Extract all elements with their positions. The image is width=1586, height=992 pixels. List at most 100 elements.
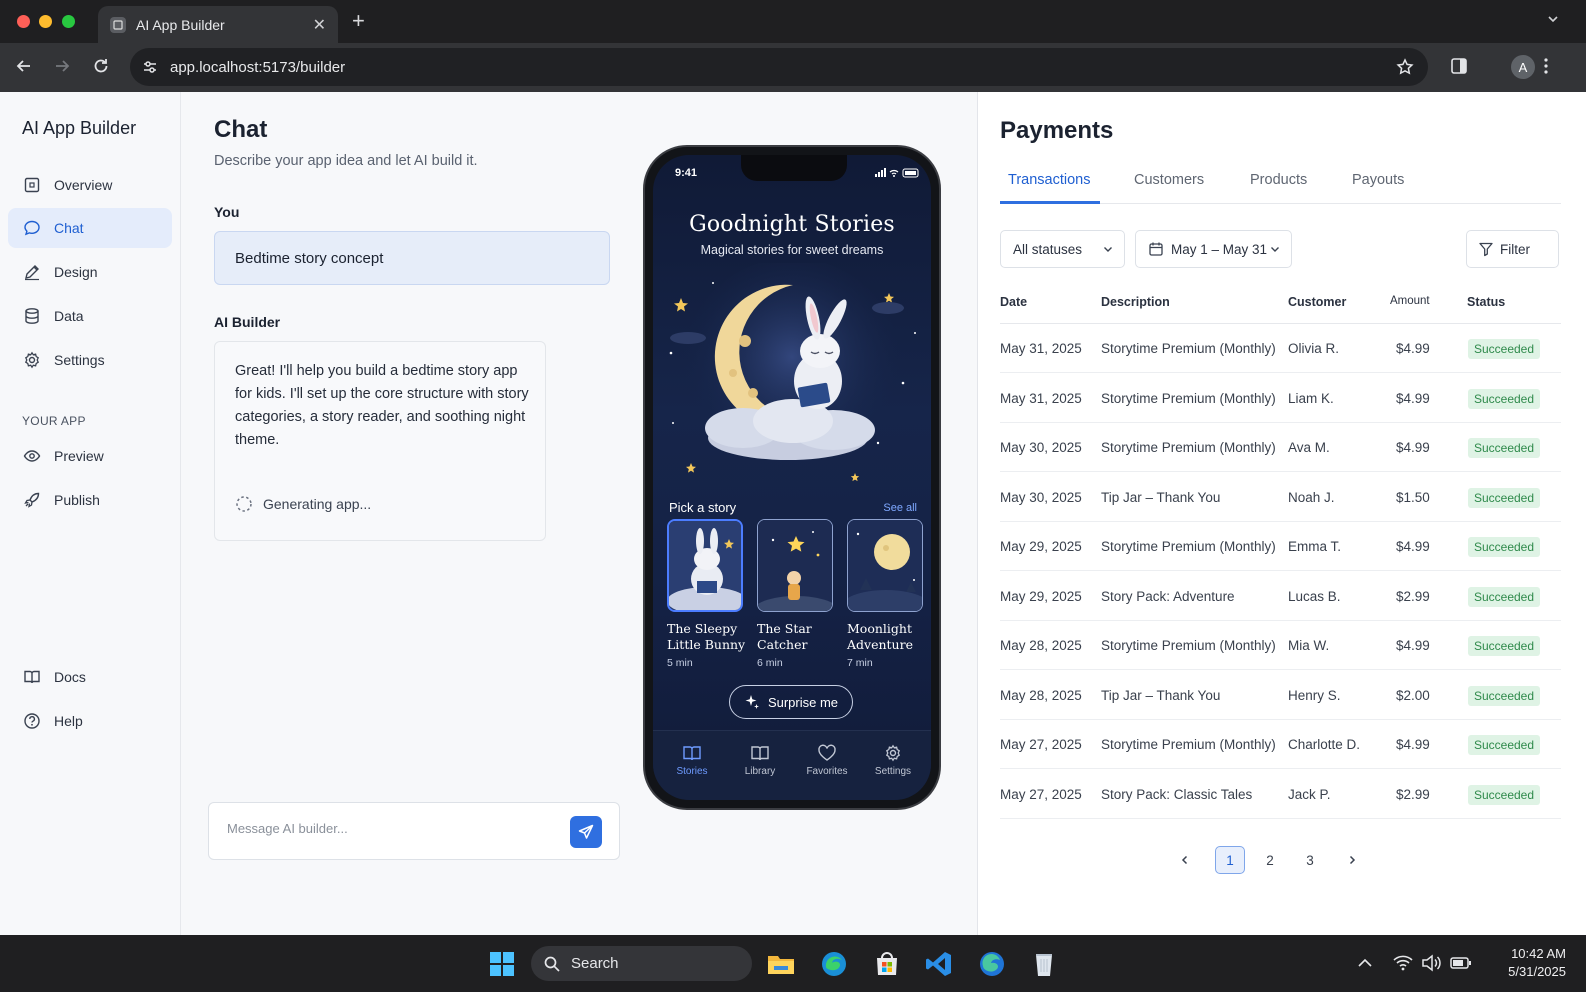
column-header-status[interactable]: Status <box>1467 295 1505 309</box>
payments-panel: Payments Transactions Customers Products… <box>979 92 1586 935</box>
story-title: The Star Catcher <box>757 621 812 652</box>
page-2-button[interactable]: 2 <box>1255 846 1285 874</box>
sidebar-item-chat[interactable]: Chat <box>8 208 172 248</box>
table-row[interactable]: May 30, 2025 Storytime Premium (Monthly) A… <box>1000 423 1561 472</box>
battery-icon[interactable] <box>1449 952 1473 974</box>
page-3-button[interactable]: 3 <box>1295 846 1325 874</box>
site-settings-icon[interactable] <box>142 59 158 75</box>
status-badge: Succeeded <box>1468 735 1540 755</box>
reload-icon[interactable] <box>92 57 110 75</box>
cell-date: May 28, 2025 <box>1000 687 1082 703</box>
column-header-customer[interactable]: Customer <box>1288 295 1346 309</box>
book-open-icon <box>683 746 701 761</box>
rocket-icon <box>22 490 42 510</box>
sidebar-item-preview[interactable]: Preview <box>8 436 172 476</box>
story-app-subtitle: Magical stories for sweet dreams <box>700 243 884 257</box>
tab-search-chevron-icon[interactable] <box>1546 12 1560 26</box>
vscode-icon[interactable] <box>924 949 954 979</box>
story-card-sleepy-bunny[interactable] <box>667 519 743 612</box>
table-row[interactable]: May 27, 2025 Storytime Premium (Monthly) C… <box>1000 720 1561 769</box>
site-favicon-icon <box>110 16 126 33</box>
column-header-amount[interactable]: Amount <box>1390 295 1430 307</box>
sidebar-item-publish[interactable]: Publish <box>8 480 172 520</box>
close-window-button[interactable] <box>17 15 30 28</box>
pen-icon <box>22 262 42 282</box>
column-header-date[interactable]: Date <box>1000 295 1027 309</box>
sidebar-item-data[interactable]: Data <box>8 296 172 336</box>
cell-description: Storytime Premium (Monthly) <box>1101 638 1276 653</box>
tab-library[interactable]: Library <box>727 744 793 777</box>
tab-payouts[interactable]: Payouts <box>1352 172 1404 188</box>
table-row[interactable]: May 31, 2025 Storytime Premium (Monthly) O… <box>1000 324 1561 373</box>
date-range-value: May 1 – May 31 <box>1171 241 1268 257</box>
status-filter-select[interactable]: All statuses <box>1000 230 1125 268</box>
maximize-window-button[interactable] <box>62 15 75 28</box>
new-tab-button[interactable]: + <box>352 10 365 32</box>
back-icon[interactable] <box>15 57 33 75</box>
story-card-moonlight-adventure[interactable] <box>847 519 923 612</box>
sidebar-item-docs[interactable]: Docs <box>8 657 172 697</box>
ai-message-bubble: Great! I'll help you build a bedtime sto… <box>214 341 546 541</box>
prev-page-button[interactable] <box>1170 846 1200 874</box>
wifi-icon[interactable] <box>1392 952 1414 974</box>
help-icon <box>22 711 42 731</box>
more-menu-icon[interactable] <box>1537 57 1555 75</box>
see-all-link[interactable]: See all <box>883 502 917 514</box>
table-row[interactable]: May 28, 2025 Storytime Premium (Monthly) M… <box>1000 621 1561 670</box>
cell-customer: Olivia R. <box>1288 341 1340 356</box>
message-input[interactable] <box>227 821 547 836</box>
tab-settings[interactable]: Settings <box>860 744 926 777</box>
forward-icon[interactable] <box>53 57 71 75</box>
table-row[interactable]: May 28, 2025 Tip Jar – Thank You Henry S. $… <box>1000 671 1561 720</box>
taskbar-search[interactable]: Search <box>531 946 752 981</box>
tab-transactions[interactable]: Transactions <box>1008 172 1090 188</box>
sidebar-item-design[interactable]: Design <box>8 252 172 292</box>
edge-browser-icon[interactable] <box>819 949 849 979</box>
profile-avatar[interactable]: A <box>1511 55 1535 79</box>
table-row[interactable]: May 27, 2025 Story Pack: Classic Tales Jac… <box>1000 770 1561 819</box>
story-card-star-catcher[interactable] <box>757 519 833 612</box>
ai-message-text: Great! I'll help you build a bedtime sto… <box>235 363 529 448</box>
surprise-me-button[interactable]: Surprise me <box>729 685 853 719</box>
sidebar-item-overview[interactable]: Overview <box>8 165 172 205</box>
windows-start-icon[interactable] <box>487 949 517 979</box>
table-row[interactable]: May 31, 2025 Storytime Premium (Monthly) L… <box>1000 374 1561 423</box>
tab-customers[interactable]: Customers <box>1134 172 1204 188</box>
chevron-up-icon[interactable] <box>1355 953 1375 973</box>
surprise-me-label: Surprise me <box>767 694 839 710</box>
filter-button[interactable]: Filter <box>1466 230 1559 268</box>
side-panel-icon[interactable] <box>1450 57 1468 75</box>
next-page-button[interactable] <box>1337 846 1367 874</box>
page-1-button[interactable]: 1 <box>1215 846 1245 874</box>
column-header-description[interactable]: Description <box>1101 295 1170 309</box>
close-tab-icon[interactable]: ✕ <box>313 15 326 35</box>
sidebar-item-settings[interactable]: Settings <box>8 340 172 380</box>
file-explorer-icon[interactable] <box>766 949 796 979</box>
cell-amount: $4.99 <box>1396 737 1430 752</box>
volume-icon[interactable] <box>1420 952 1442 974</box>
address-bar[interactable]: app.localhost:5173/builder <box>130 48 1428 86</box>
tab-label: Favorites <box>806 766 848 777</box>
bookmark-star-icon[interactable] <box>1396 58 1414 76</box>
tab-favorites[interactable]: Favorites <box>794 744 860 777</box>
table-row[interactable]: May 30, 2025 Tip Jar – Thank You Noah J. $1… <box>1000 473 1561 522</box>
recycle-bin-icon[interactable] <box>1029 949 1059 979</box>
date-range-picker[interactable]: May 1 – May 31 <box>1135 230 1292 268</box>
browser-tab[interactable]: AI App Builder ✕ <box>98 6 338 43</box>
user-message-bubble: Bedtime story concept <box>214 231 610 285</box>
tab-products[interactable]: Products <box>1250 172 1307 188</box>
table-row[interactable]: May 29, 2025 Storytime Premium (Monthly) E… <box>1000 522 1561 571</box>
tab-stories[interactable]: Stories <box>659 744 725 777</box>
cell-amount: $4.99 <box>1396 440 1430 455</box>
system-clock[interactable]: 10:42 AM 5/31/2025 <box>1508 945 1566 981</box>
clock-date: 5/31/2025 <box>1508 964 1566 979</box>
sidebar-item-label: Docs <box>54 669 86 685</box>
sparkle-icon <box>745 695 759 709</box>
sidebar-item-help[interactable]: Help <box>8 701 172 741</box>
send-button[interactable] <box>570 816 602 848</box>
url-text: app.localhost:5173/builder <box>170 58 346 76</box>
table-row[interactable]: May 29, 2025 Story Pack: Adventure Lucas B… <box>1000 572 1561 621</box>
minimize-window-button[interactable] <box>39 15 52 28</box>
microsoft-store-icon[interactable] <box>872 949 902 979</box>
edge-browser-icon[interactable] <box>977 949 1007 979</box>
